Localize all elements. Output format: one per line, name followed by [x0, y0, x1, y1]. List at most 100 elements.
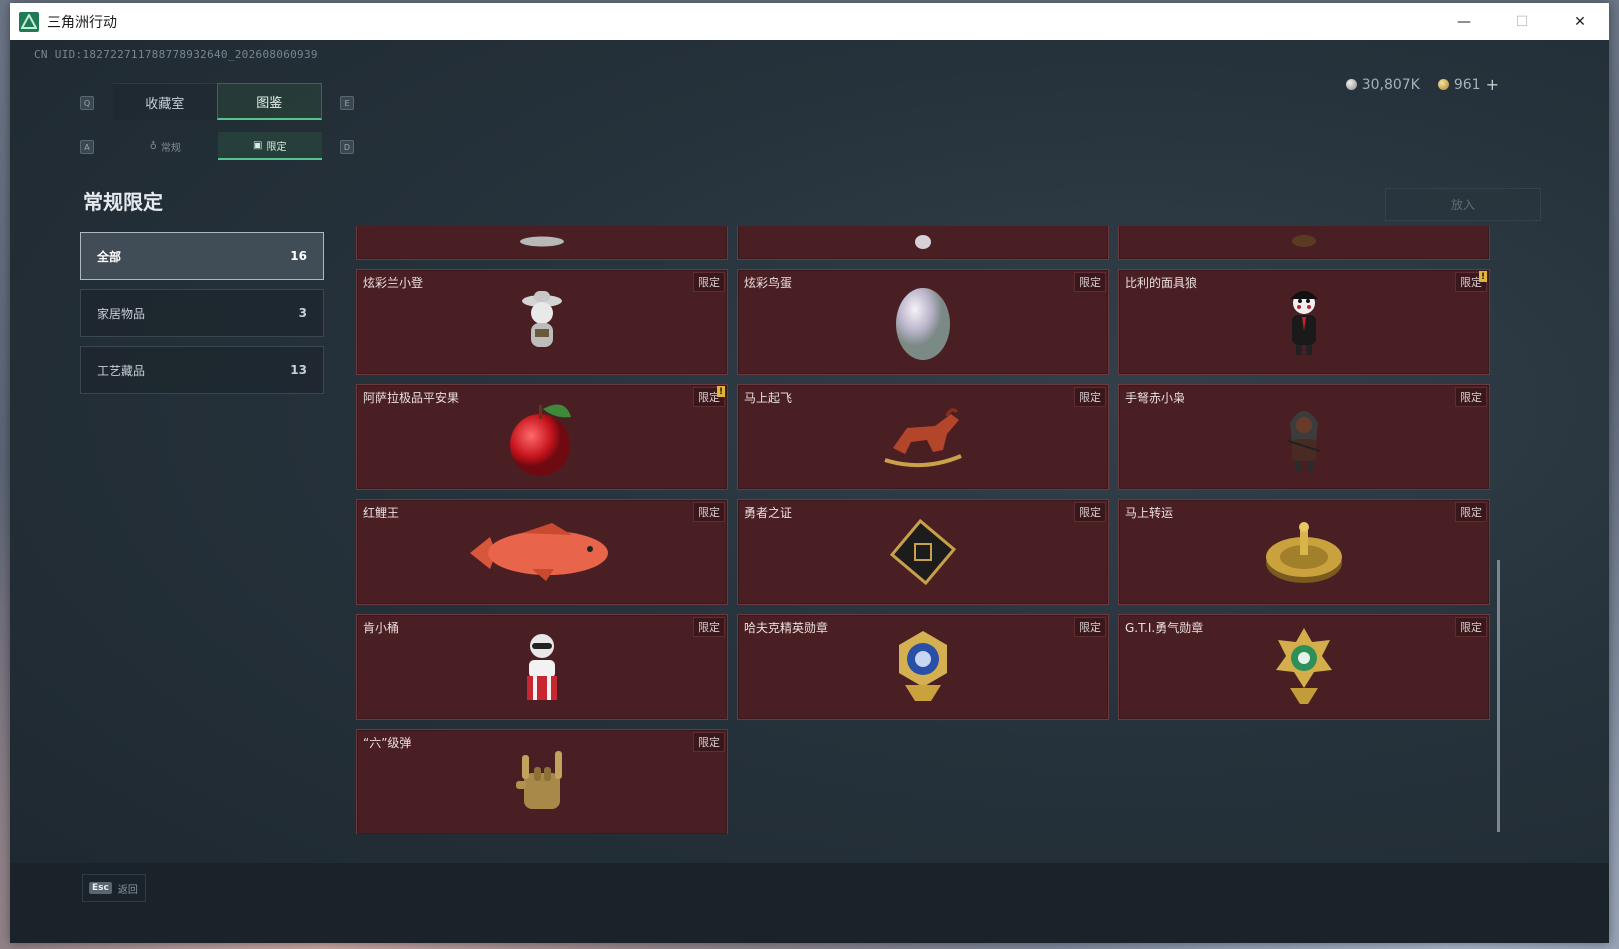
- item-card[interactable]: 炫彩鸟蛋 限定: [737, 269, 1109, 375]
- gold-currency: 961 +: [1437, 75, 1499, 94]
- item-name: 比利的面具狼: [1125, 276, 1198, 290]
- plate-icon: [517, 235, 567, 254]
- item-card[interactable]: 阿萨拉极品平安果 限定 !: [356, 384, 728, 490]
- tab-regular[interactable]: ♁ 常规: [113, 132, 218, 160]
- category-label: 家居物品: [97, 306, 146, 321]
- key-hint-q: Q: [80, 96, 94, 110]
- item-card[interactable]: 哈夫克精英勋章 限定: [737, 614, 1109, 720]
- warning-icon: !: [717, 386, 725, 397]
- limited-badge: 限定: [693, 732, 725, 752]
- item-name: 哈夫克精英勋章: [744, 621, 829, 635]
- app-window: 三角洲行动 — ☐ ✕ CN UID:1827227117887789326​4…: [10, 3, 1609, 943]
- grid-scrollbar[interactable]: [1497, 560, 1500, 832]
- item-card[interactable]: 勇者之证 限定: [737, 499, 1109, 605]
- key-hint-d: D: [340, 140, 354, 154]
- item-name: 肯小桶: [363, 621, 400, 635]
- limited-badge: 限定: [1074, 272, 1106, 292]
- place-button[interactable]: 放入: [1385, 188, 1541, 221]
- key-hint-e: E: [340, 96, 354, 110]
- close-button[interactable]: ✕: [1551, 3, 1609, 40]
- silver-amount: 30,807K: [1361, 76, 1420, 93]
- category-crafts[interactable]: 工艺藏品 13: [80, 346, 324, 394]
- gold-amount: 961: [1453, 76, 1481, 93]
- blue-medal-icon: [891, 627, 955, 711]
- item-grid: 炫彩兰小登 限定 炫彩鸟蛋 限定 比利的面具狼 限定 ! 阿萨拉极品平安果 限定…: [356, 226, 1500, 834]
- category-count: 16: [290, 249, 307, 263]
- window-controls: — ☐ ✕: [1435, 3, 1609, 40]
- category-household[interactable]: 家居物品 3: [80, 289, 324, 337]
- item-card[interactable]: 手弩赤小枭 限定: [1118, 384, 1490, 490]
- limited-badge: 限定: [1455, 502, 1487, 522]
- key-hint-a: A: [80, 140, 94, 154]
- title-bar: 三角洲行动 — ☐ ✕: [10, 3, 1609, 40]
- glove-icon: [512, 747, 572, 821]
- category-count: 3: [298, 306, 307, 320]
- uid-label: CN UID:1827227117887789326​40_2026080609…: [34, 48, 318, 61]
- item-card[interactable]: 比利的面具狼 限定 !: [1118, 269, 1490, 375]
- card-icon: [883, 512, 963, 596]
- roulette-icon: [1262, 517, 1346, 591]
- app-logo-icon: [19, 11, 39, 32]
- item-card[interactable]: 红鲤王 限定: [356, 499, 728, 605]
- section-title: 常规限定: [83, 190, 163, 214]
- item-card-partial[interactable]: [356, 226, 728, 260]
- flame-icon: ♁: [149, 140, 157, 152]
- item-card[interactable]: 马上转运 限定: [1118, 499, 1490, 605]
- sub-tabs: ♁ 常规 ▣ 限定: [113, 132, 322, 160]
- back-button[interactable]: Esc 返回: [82, 874, 146, 902]
- esc-key-hint: Esc: [89, 882, 112, 894]
- footer-bar: Esc 返回: [10, 863, 1609, 943]
- egg-icon: [893, 282, 953, 366]
- category-all[interactable]: 全部 16: [80, 232, 324, 280]
- item-name: 马上转运: [1125, 506, 1174, 520]
- item-name: 马上起飞: [744, 391, 793, 405]
- currency-bar: 30,807K 961 +: [1345, 75, 1499, 94]
- category-list: 全部 16 家居物品 3 工艺藏品 13: [80, 232, 324, 403]
- add-currency-button[interactable]: +: [1486, 75, 1499, 94]
- window-title: 三角洲行动: [47, 14, 117, 31]
- category-label: 全部: [97, 249, 122, 264]
- green-medal-icon: [1272, 626, 1336, 712]
- rocking-horse-icon: [881, 404, 965, 474]
- item-name: 手弩赤小枭: [1125, 391, 1186, 405]
- maximize-button[interactable]: ☐: [1493, 3, 1551, 40]
- limited-badge: 限定: [693, 272, 725, 292]
- minimize-button[interactable]: —: [1435, 3, 1493, 40]
- item-name: 炫彩鸟蛋: [744, 276, 793, 290]
- item-name: “六”级弹: [363, 736, 412, 750]
- item-card[interactable]: 马上起飞 限定: [737, 384, 1109, 490]
- gold-coin-icon: [1437, 79, 1449, 90]
- figurine-hat-icon: [517, 287, 567, 361]
- main-content: CN UID:1827227117887789326​40_2026080609…: [10, 40, 1609, 943]
- category-label: 工艺藏品: [97, 363, 146, 378]
- limited-badge: 限定: [1074, 387, 1106, 407]
- bucket-figure-icon: [517, 630, 567, 708]
- item-card[interactable]: 肯小桶 限定: [356, 614, 728, 720]
- main-tabs: 收藏室 图鉴: [113, 83, 322, 120]
- limited-badge: 限定: [693, 502, 725, 522]
- limited-badge: 限定: [1455, 387, 1487, 407]
- item-card-partial[interactable]: [737, 226, 1109, 260]
- item-card[interactable]: G.T.I.勇气勋章 限定: [1118, 614, 1490, 720]
- warning-icon: !: [1479, 271, 1487, 282]
- item-name: G.T.I.勇气勋章: [1125, 621, 1204, 635]
- tab-collection-room[interactable]: 收藏室: [113, 83, 217, 120]
- tab-catalog[interactable]: 图鉴: [216, 83, 322, 120]
- limited-badge: 限定: [693, 617, 725, 637]
- silver-coin-icon: [1345, 79, 1357, 90]
- back-label: 返回: [117, 884, 138, 896]
- frame-icon: ▣: [253, 139, 263, 151]
- figurine-icon: [911, 234, 935, 254]
- item-name: 红鲤王: [363, 506, 400, 520]
- item-card-partial[interactable]: [1118, 226, 1490, 260]
- item-name: 勇者之证: [744, 506, 793, 520]
- tab-limited[interactable]: ▣ 限定: [217, 132, 322, 160]
- tab-regular-label: 常规: [160, 142, 181, 154]
- carp-icon: [462, 517, 622, 591]
- apple-icon: [507, 395, 577, 483]
- limited-badge: 限定: [1455, 617, 1487, 637]
- item-card[interactable]: “六”级弹 限定: [356, 729, 728, 834]
- item-card[interactable]: 炫彩兰小登 限定: [356, 269, 728, 375]
- puppet-icon: [1282, 287, 1326, 361]
- item-name: 阿萨拉极品平安果: [363, 391, 460, 405]
